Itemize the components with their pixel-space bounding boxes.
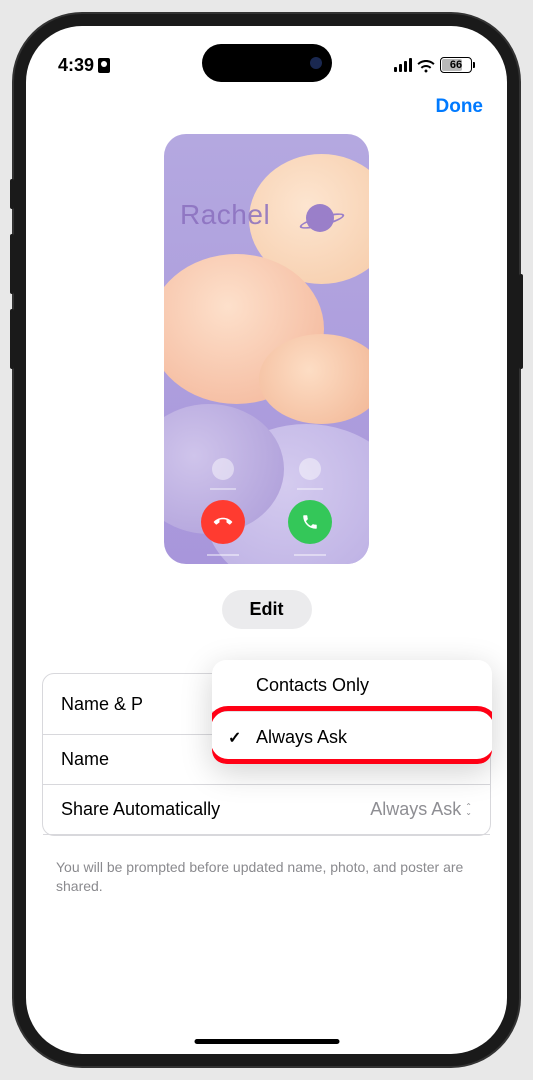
contact-poster-preview[interactable]: Rachel (164, 134, 369, 564)
menu-option-contacts-only[interactable]: Contacts Only (212, 660, 492, 712)
status-time: 4:39 (58, 55, 94, 76)
done-button[interactable]: Done (436, 96, 484, 118)
iphone-frame: 4:39 66 Done (14, 14, 519, 1066)
menu-option-always-ask[interactable]: ✓ Always Ask (212, 712, 492, 764)
message-icon (212, 458, 234, 480)
footer-description: You will be prompted before updated name… (26, 848, 507, 906)
edit-button[interactable]: Edit (222, 590, 312, 629)
decline-call-button (201, 500, 245, 544)
orientation-lock-icon (98, 58, 110, 73)
checkmark-icon: ✓ (228, 728, 241, 748)
accept-call-button (288, 500, 332, 544)
nav-bar: Done (26, 82, 507, 124)
row-label: Name & P (61, 694, 143, 715)
screen: 4:39 66 Done (26, 26, 507, 1054)
planet-icon (306, 204, 334, 232)
chevron-updown-icon: ⌃⌄ (465, 804, 472, 816)
settings-group: Name & P Name Share Automatically Always… (42, 673, 491, 836)
dynamic-island (202, 44, 332, 82)
reminder-icon (299, 458, 321, 480)
share-automatically-row[interactable]: Share Automatically Always Ask ⌃⌄ (43, 785, 490, 835)
cellular-signal-icon (394, 58, 412, 72)
row-label: Name (61, 749, 109, 770)
share-options-menu: Contacts Only ✓ Always Ask (212, 660, 492, 764)
wifi-icon (417, 58, 435, 72)
home-indicator[interactable] (194, 1039, 339, 1044)
battery-indicator: 66 (440, 57, 475, 73)
share-auto-value: Always Ask ⌃⌄ (370, 799, 472, 820)
row-label: Share Automatically (61, 799, 220, 820)
poster-contact-name: Rachel (180, 199, 270, 231)
